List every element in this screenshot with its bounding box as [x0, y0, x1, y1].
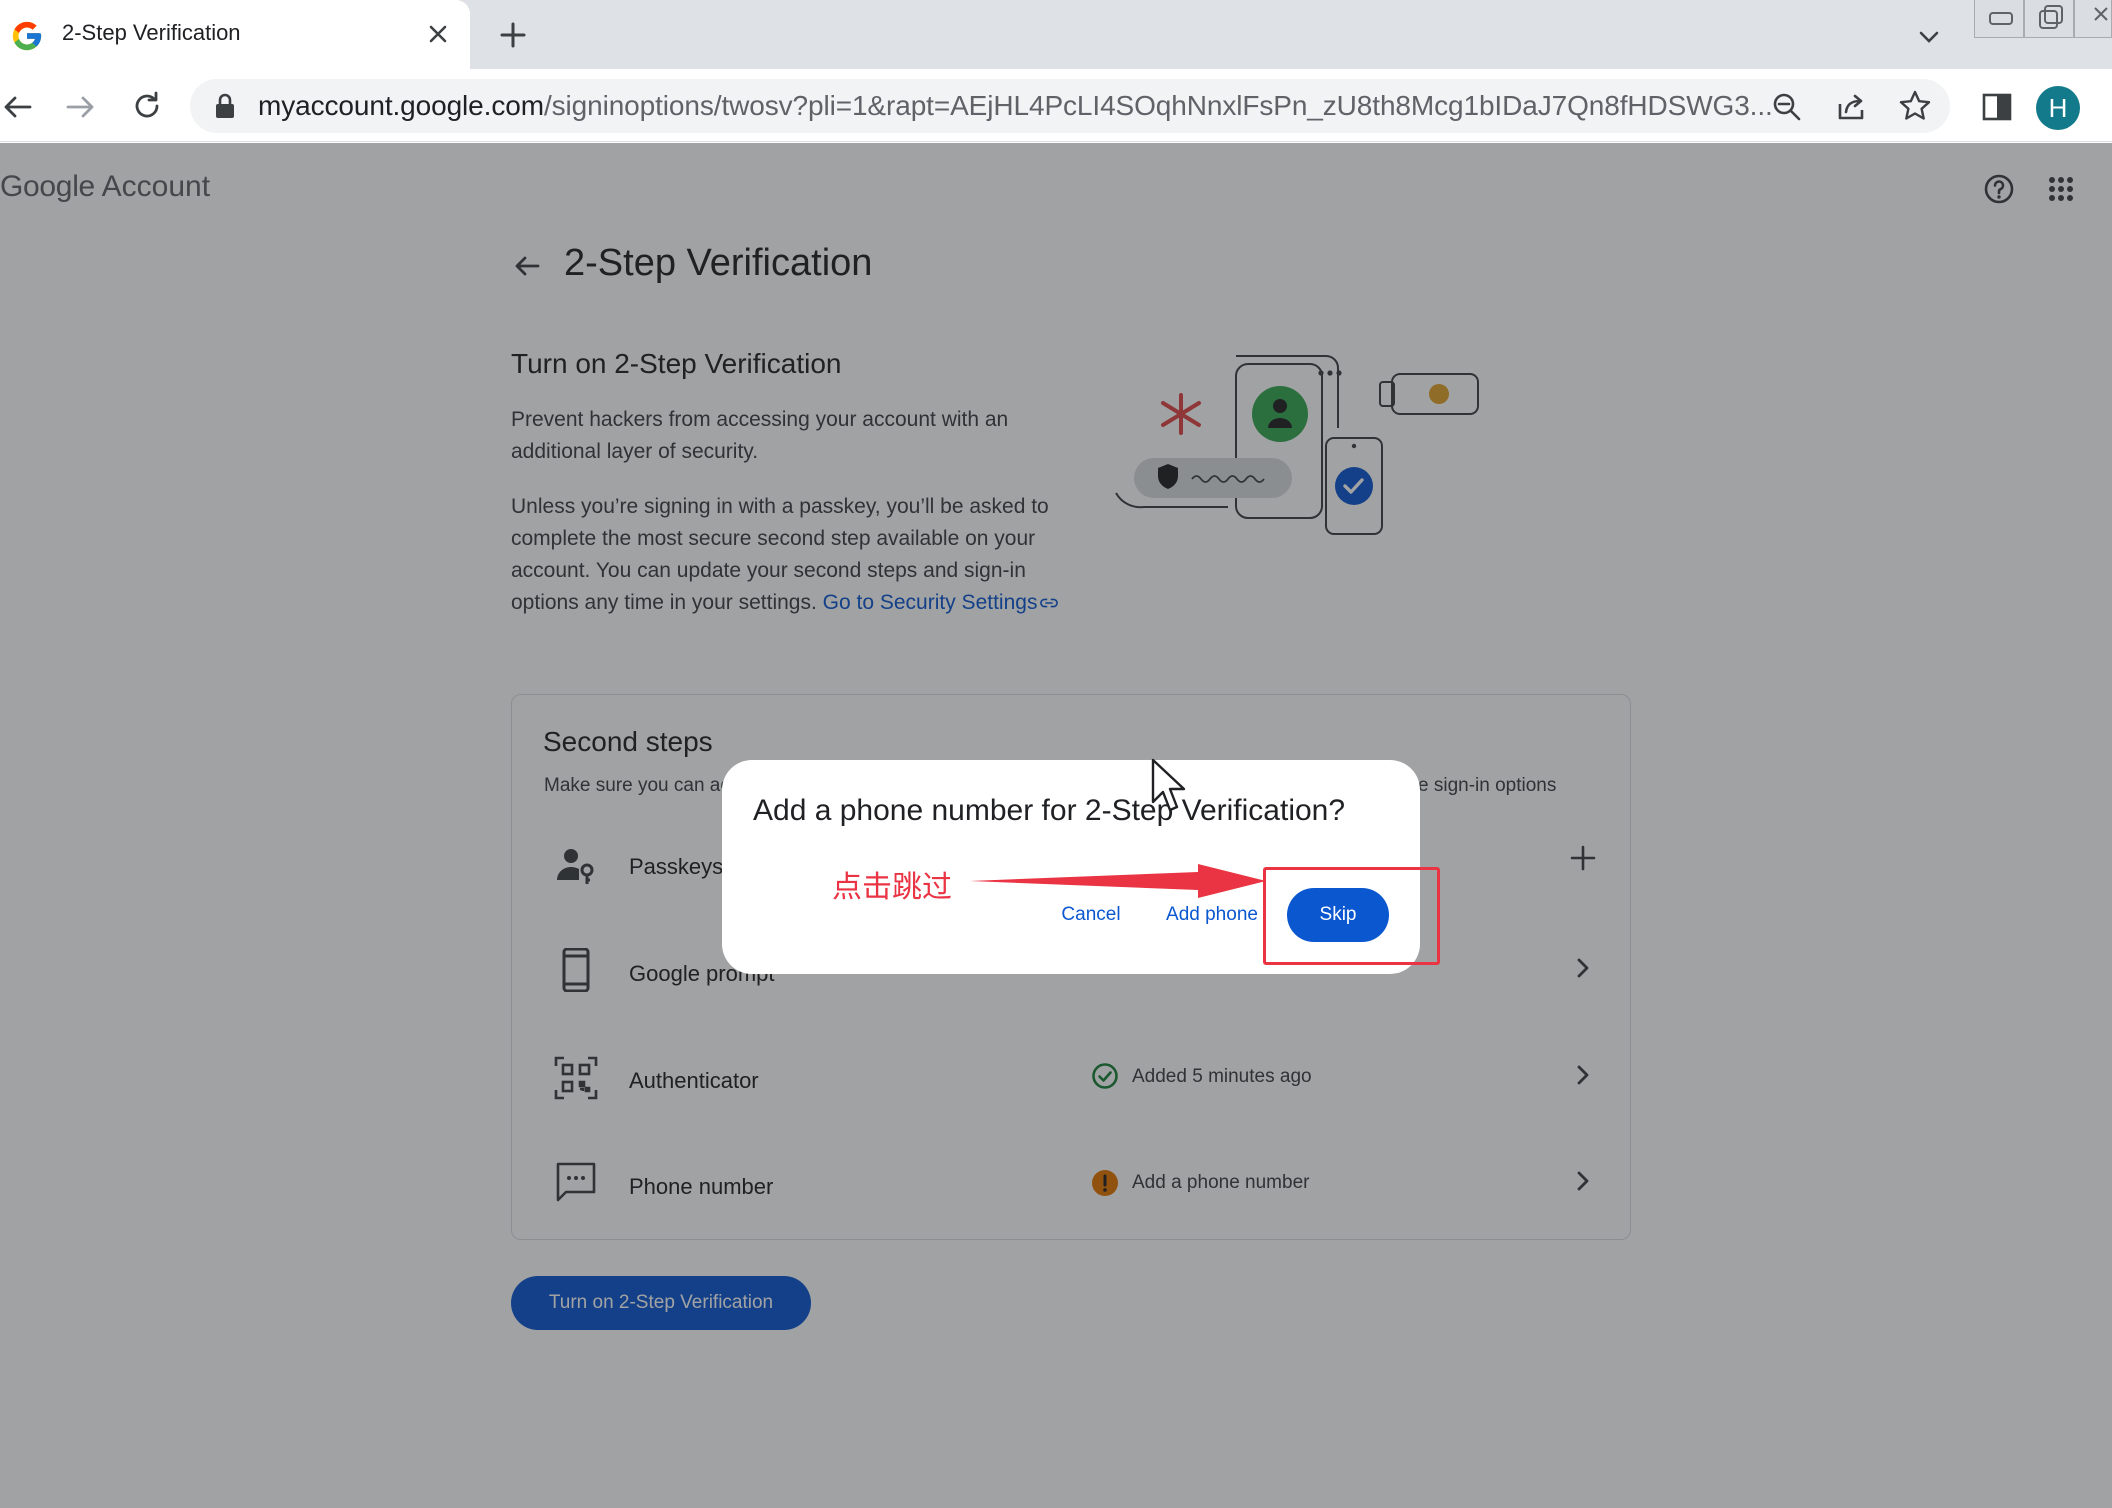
tab-search-chevron-icon[interactable]	[1914, 22, 1944, 52]
mouse-cursor-icon	[1150, 758, 1186, 814]
share-icon[interactable]	[1834, 90, 1868, 124]
tab-title: 2-Step Verification	[62, 20, 241, 45]
new-tab-icon[interactable]	[496, 18, 530, 52]
back-nav-icon[interactable]	[0, 90, 34, 124]
url-path: /signinoptions/twosv?pli=1&rapt=AEjHL4Pc…	[543, 90, 1773, 121]
forward-nav-icon[interactable]	[64, 90, 98, 124]
annotation-arrow-icon	[968, 858, 1268, 904]
dialog-title: Add a phone number for 2-Step Verificati…	[753, 794, 1346, 827]
minimize-window-icon[interactable]	[1974, 0, 2024, 38]
url-text[interactable]: myaccount.google.com/signinoptions/twosv…	[258, 90, 1773, 122]
tab-close-icon[interactable]	[424, 20, 452, 48]
bookmark-star-icon[interactable]	[1898, 89, 1932, 123]
profile-avatar[interactable]: H	[2036, 86, 2080, 130]
zoom-out-icon[interactable]	[1770, 90, 1804, 124]
annotation-text: 点击跳过	[832, 870, 952, 905]
annotation-highlight-box	[1263, 867, 1440, 965]
lock-icon[interactable]	[212, 92, 238, 120]
reload-icon[interactable]	[130, 89, 164, 123]
url-host: myaccount.google.com	[258, 90, 544, 121]
side-panel-icon[interactable]	[1980, 90, 2014, 124]
restore-window-icon[interactable]	[2024, 0, 2074, 38]
close-window-icon[interactable]	[2074, 0, 2112, 38]
google-favicon-icon	[10, 19, 44, 53]
